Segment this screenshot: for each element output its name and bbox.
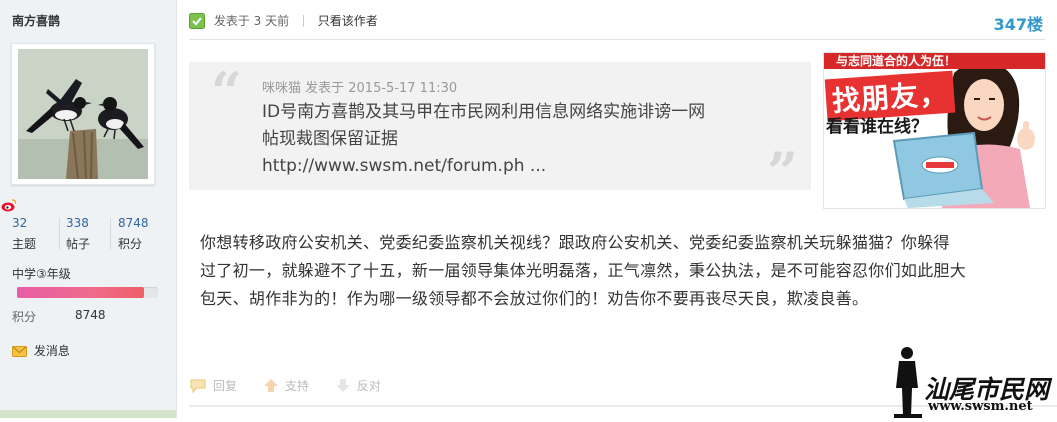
user-sidebar: 南方喜鹊 32 主题 338 帖子 8748 积分 中学③年级 积分 8748 … — [0, 0, 177, 418]
level-progress-fill — [17, 287, 144, 298]
stat-divider — [110, 218, 111, 250]
quote-close-icon: ” — [767, 140, 799, 204]
content-line: 过了初一，就躲避不了十五，新一届领导集体光明磊落，正气凛然，秉公执法，是不可能容… — [200, 261, 967, 280]
quote-line: ID号南方喜鹊及其马甲在市民网利用信息网络实施诽谤一网 — [262, 102, 706, 122]
online-status-icon — [189, 13, 205, 29]
avatar[interactable] — [18, 49, 148, 179]
post-actions: 回复 支持 反对 — [189, 377, 403, 394]
reply-icon — [190, 379, 206, 394]
quote-author: 咪咪猫 发表于 2015-5-17 11:30 — [262, 81, 458, 96]
avatar-frame — [11, 43, 155, 185]
thumbs-down-icon — [335, 379, 350, 392]
level-progress-bar — [17, 287, 158, 298]
meta-divider — [302, 15, 304, 27]
watermark-url: www.swsm.net — [928, 399, 1033, 414]
quote-line: http://www.swsm.net/forum.ph ... — [262, 156, 547, 176]
send-message-label: 发消息 — [33, 344, 70, 358]
stat-threads[interactable]: 32 主题 — [12, 216, 62, 252]
find-friends-ad[interactable]: 与志同道合的人为伍！ 找朋友， 看看谁在线？ — [823, 52, 1046, 209]
message-icon — [12, 346, 27, 357]
post-meta: 发表于 3 天前 只看该作者 — [189, 12, 378, 29]
site-watermark: 汕尾市民网 www.swsm.net — [890, 344, 1057, 418]
author-only-link[interactable]: 只看该作者 — [318, 14, 378, 28]
content-line: 你想转移政府公安机关、党委纪委监察机关视线？跟政府公安机关、党委纪委监察机关玩躲… — [200, 233, 950, 252]
reply-button[interactable]: 回复 — [189, 377, 237, 394]
thumbs-up-icon — [263, 379, 278, 392]
quote-open-icon: “ — [211, 60, 243, 124]
content-line: 包天、胡作非为的！作为哪一级领导都不会放过你们的！劝告你不要再丧尽天良，欺凌良善… — [200, 289, 869, 308]
support-button[interactable]: 支持 — [263, 377, 309, 394]
user-points: 积分 8748 — [12, 308, 106, 325]
stat-divider — [59, 218, 60, 250]
user-level: 中学③年级 — [12, 267, 71, 281]
stat-credits[interactable]: 8748 积分 — [118, 216, 168, 252]
weibo-icon[interactable] — [1, 198, 17, 212]
quote-line: 帖现裁图保留证据 — [262, 129, 398, 149]
quote-text: ID号南方喜鹊及其马甲在市民网利用信息网络实施诽谤一网 帖现裁图保留证据 htt… — [262, 99, 782, 180]
points-value: 8748 — [75, 308, 106, 322]
user-stats: 32 主题 338 帖子 8748 积分 — [0, 216, 176, 256]
oppose-button[interactable]: 反对 — [335, 377, 381, 394]
post-time: 发表于 3 天前 — [213, 14, 290, 28]
ad-subtitle: 看看谁在线？ — [826, 117, 928, 137]
header-divider — [189, 39, 1045, 40]
username[interactable]: 南方喜鹊 — [12, 12, 60, 29]
floor-number[interactable]: 347楼 — [994, 11, 1043, 35]
sidebar-bottom-strip — [0, 410, 176, 418]
magpie-photo — [18, 49, 148, 179]
points-label: 积分 — [12, 310, 37, 324]
ad-tagline: 与志同道合的人为伍！ — [836, 54, 957, 68]
stat-posts[interactable]: 338 帖子 — [66, 216, 116, 252]
watermark-figure-icon — [894, 347, 922, 418]
quote-block: “ 咪咪猫 发表于 2015-5-17 11:30 ID号南方喜鹊及其马甲在市民… — [189, 60, 811, 204]
post-content: 你想转移政府公安机关、党委纪委监察机关视线？跟政府公安机关、党委纪委监察机关玩躲… — [200, 229, 1040, 313]
send-message-button[interactable]: 发消息 — [12, 342, 70, 359]
